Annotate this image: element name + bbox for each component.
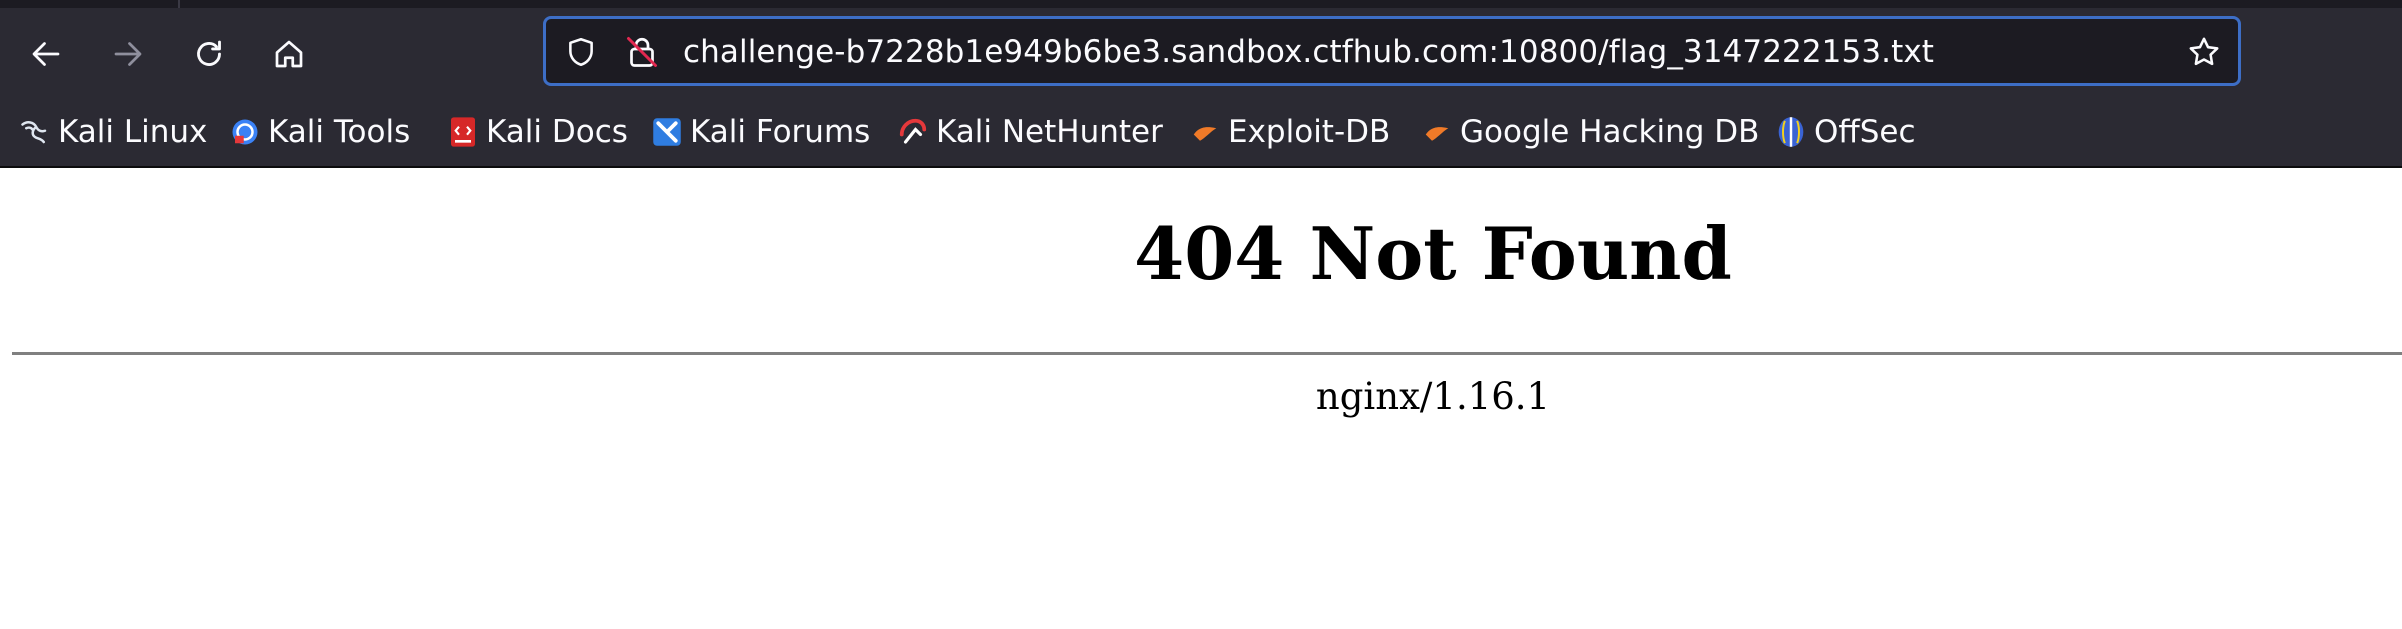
kali-tools-icon — [230, 116, 260, 148]
tab-strip — [0, 0, 2402, 8]
reload-button[interactable] — [185, 30, 233, 78]
offsec-icon — [1776, 116, 1806, 148]
bookmark-label: Kali Forums — [690, 114, 871, 150]
divider — [12, 352, 2402, 355]
kali-nethunter-icon — [898, 116, 928, 148]
tab-edge — [178, 0, 180, 8]
server-signature: nginx/1.16.1 — [1315, 375, 1551, 418]
address-bar[interactable]: challenge-b7228b1e949b6be3.sandbox.ctfhu… — [543, 16, 2241, 86]
bookmark-kali-forums[interactable]: Kali Forums — [652, 112, 870, 152]
home-icon — [275, 40, 303, 68]
google-hacking-db-icon — [1422, 116, 1452, 148]
forward-arrow-icon — [114, 42, 142, 66]
url-text[interactable]: challenge-b7228b1e949b6be3.sandbox.ctfhu… — [683, 32, 1934, 72]
bookmark-kali-nethunter[interactable]: Kali NetHunter — [898, 112, 1163, 152]
bookmark-kali-linux[interactable]: Kali Linux — [20, 112, 207, 152]
bookmark-label: Kali Linux — [58, 114, 208, 150]
bookmark-offsec[interactable]: OffSec — [1776, 112, 1916, 152]
back-arrow-icon — [32, 42, 60, 66]
bookmark-kali-tools[interactable]: Kali Tools — [230, 112, 410, 152]
bookmark-label: Kali Tools — [268, 114, 411, 150]
kali-dragon-icon — [20, 116, 50, 148]
insecure-lock-icon[interactable] — [624, 34, 660, 70]
bookmark-kali-docs[interactable]: Kali Docs — [448, 112, 628, 152]
bookmark-label: OffSec — [1814, 114, 1916, 150]
kali-docs-icon — [448, 116, 478, 148]
error-heading: 404 Not Found — [1134, 211, 1732, 296]
home-button[interactable] — [265, 30, 313, 78]
bookmark-star-icon[interactable] — [2186, 34, 2222, 70]
bookmarks-toolbar: Kali Linux Kali Tools Kali Docs Kali For… — [0, 98, 2402, 168]
exploit-db-icon — [1190, 116, 1220, 148]
bookmark-exploit-db[interactable]: Exploit-DB — [1190, 112, 1390, 152]
reload-icon — [197, 40, 221, 66]
bookmark-label: Google Hacking DB — [1460, 114, 1760, 150]
bookmark-label: Exploit-DB — [1228, 114, 1391, 150]
navigation-toolbar: challenge-b7228b1e949b6be3.sandbox.ctfhu… — [0, 8, 2402, 98]
bookmark-label: Kali NetHunter — [936, 114, 1163, 150]
back-button[interactable] — [22, 30, 70, 78]
browser-window: challenge-b7228b1e949b6be3.sandbox.ctfhu… — [0, 0, 2402, 629]
kali-forums-icon — [652, 116, 682, 148]
shield-icon[interactable] — [564, 35, 598, 69]
bookmark-label: Kali Docs — [486, 114, 628, 150]
forward-button[interactable] — [104, 30, 152, 78]
page-content: 404 Not Found nginx/1.16.1 — [0, 168, 2402, 629]
bookmark-google-hacking-db[interactable]: Google Hacking DB — [1422, 112, 1759, 152]
